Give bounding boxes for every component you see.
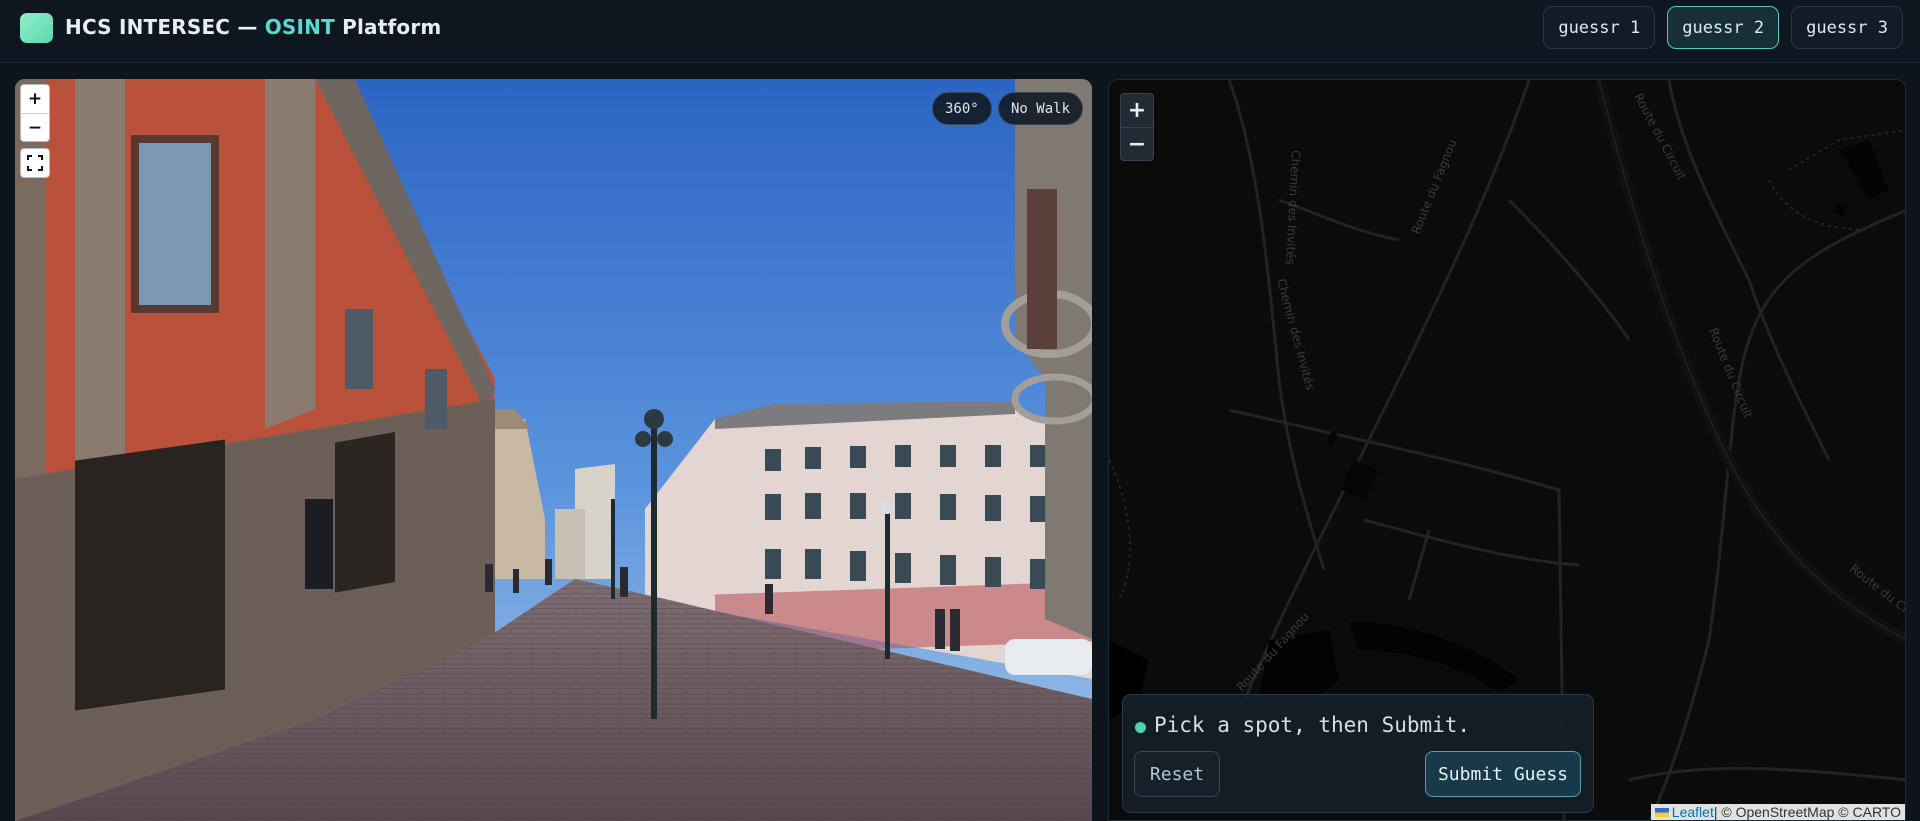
map-attribution: Leaflet | © OpenStreetMap © CARTO: [1650, 804, 1905, 820]
street-view-panorama[interactable]: + − 360° No Walk: [15, 79, 1092, 821]
road-label: Route du Fagnou: [1409, 137, 1460, 236]
reset-button[interactable]: Reset: [1134, 751, 1220, 797]
app-header: HCS INTERSEC — OSINT Platform guessr 1 g…: [0, 0, 1920, 63]
badge-no-walk: No Walk: [998, 92, 1084, 125]
pano-zoom-in-button[interactable]: +: [21, 85, 49, 113]
brand-accent: OSINT: [264, 15, 335, 39]
status-dot-icon: [1135, 722, 1146, 733]
road-label: Route du Circuit: [1631, 91, 1689, 183]
app-title: HCS INTERSEC — OSINT Platform: [65, 15, 441, 39]
street-scene-image: [15, 79, 1092, 821]
tab-guessr-2[interactable]: guessr 2: [1667, 6, 1780, 49]
attribution-text: | © OpenStreetMap © CARTO: [1713, 804, 1901, 820]
map-zoom-in-button[interactable]: +: [1121, 94, 1153, 127]
submit-guess-button[interactable]: Submit Guess: [1425, 751, 1581, 797]
guessr-tabs: guessr 1 guessr 2 guessr 3: [1543, 6, 1903, 49]
ukraine-flag-icon: [1654, 807, 1669, 817]
app-logo: [20, 13, 53, 43]
road-label: Chemin des Invités: [1283, 150, 1303, 265]
brand-suffix: Platform: [334, 15, 442, 39]
guess-panel: Pick a spot, then Submit. Reset Submit G…: [1122, 694, 1594, 813]
guess-map[interactable]: Route du Circuit Route du Circuit Route …: [1108, 79, 1906, 821]
map-zoom-control: + −: [1120, 93, 1154, 161]
pano-zoom-out-button[interactable]: −: [21, 113, 49, 141]
guess-hint: Pick a spot, then Submit.: [1154, 713, 1471, 737]
badge-360: 360°: [932, 92, 992, 125]
pano-zoom-control: + −: [20, 84, 50, 142]
tab-guessr-1[interactable]: guessr 1: [1543, 6, 1656, 49]
map-zoom-out-button[interactable]: −: [1121, 127, 1153, 160]
brand-prefix: HCS INTERSEC —: [65, 15, 265, 39]
fullscreen-button[interactable]: [20, 148, 50, 178]
leaflet-link[interactable]: Leaflet: [1672, 804, 1714, 820]
fullscreen-icon: [27, 155, 43, 171]
road-label: Chemin des Invités: [1274, 277, 1317, 392]
tab-guessr-3[interactable]: guessr 3: [1791, 6, 1903, 49]
